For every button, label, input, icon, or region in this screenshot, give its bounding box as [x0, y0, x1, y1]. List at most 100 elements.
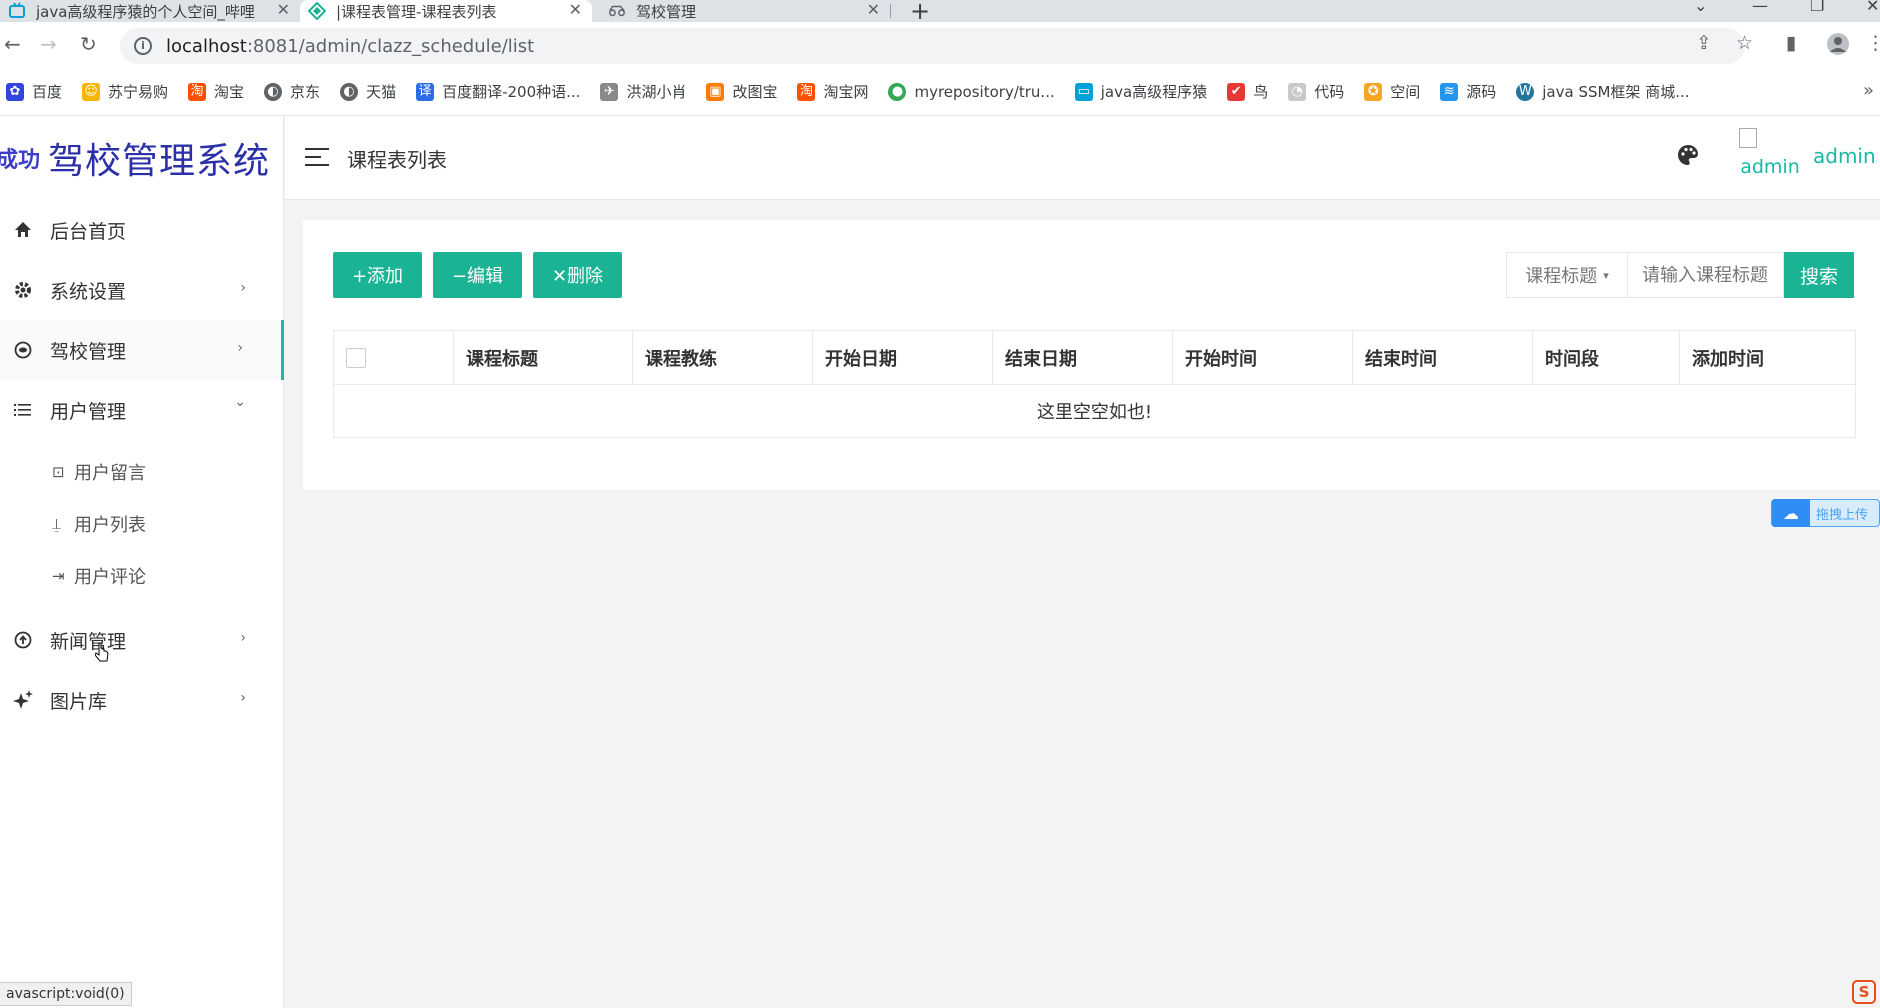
tab-close-icon[interactable]: ✕ — [569, 0, 582, 20]
globe-icon: ◐ — [340, 82, 359, 101]
hamburger-menu-icon[interactable] — [305, 148, 329, 166]
bookmark-item[interactable]: ◔ 代码 — [1288, 81, 1344, 102]
bookmark-item[interactable]: ✪ 空间 — [1364, 81, 1420, 102]
target-icon — [12, 339, 34, 361]
bookmark-item[interactable]: ✿ 百度 — [6, 81, 62, 102]
back-icon[interactable]: ← — [4, 32, 21, 56]
select-all-checkbox[interactable] — [346, 348, 366, 368]
code-icon: ◔ — [1288, 82, 1307, 101]
side-panel-icon[interactable]: ▮ — [1786, 32, 1796, 54]
bookmark-item[interactable]: Wjava SSM框架 商城... — [1516, 81, 1690, 102]
comment-icon: ⇥ — [52, 567, 65, 585]
address-path: :8081/admin/clazz_schedule/list — [246, 35, 535, 57]
sidebar-item-jiaxiao[interactable]: 驾校管理 › — [0, 320, 284, 380]
reload-icon[interactable]: ↻ — [80, 32, 97, 56]
bookmark-item[interactable]: ▣ 改图宝 — [706, 81, 777, 102]
bookmark-item[interactable]: 译百度翻译-200种语... — [416, 81, 580, 102]
search-button[interactable]: 搜索 — [1784, 252, 1854, 298]
add-button[interactable]: +添加 — [333, 252, 422, 298]
column-header[interactable]: 时间段 — [1533, 331, 1680, 385]
select-all-cell — [334, 331, 454, 385]
brand-logo: 成功 — [0, 148, 40, 173]
submenu-item-comments[interactable]: ⇥ 用户评论 — [0, 550, 284, 602]
tab-close-icon[interactable]: ✕ — [867, 0, 880, 20]
corner-logo-icon[interactable]: S — [1852, 980, 1876, 1004]
home-icon — [12, 219, 34, 241]
floating-upload-widget[interactable]: ☁ 拖拽上传 — [1771, 499, 1880, 527]
delete-button[interactable]: ✕删除 — [533, 252, 622, 298]
browser-tab-active[interactable]: |课程表管理-课程表列表 ✕ — [300, 0, 592, 22]
bookmark-star-icon[interactable]: ☆ — [1736, 32, 1753, 54]
bookmarks-more-icon[interactable]: » — [1863, 80, 1874, 101]
broken-image-icon — [1739, 128, 1757, 148]
bookmark-label: 源码 — [1466, 83, 1497, 101]
sidebar-item-home[interactable]: 后台首页 — [0, 200, 284, 260]
column-header[interactable]: 课程教练 — [633, 331, 813, 385]
column-header[interactable]: 课程标题 — [454, 331, 633, 385]
profile-icon[interactable] — [1826, 32, 1850, 61]
sidebar-item-settings[interactable]: 系统设置 › — [0, 260, 284, 320]
submenu-item-user-list[interactable]: ⍊ 用户列表 — [0, 498, 284, 550]
user-icon: ⍊ — [52, 515, 62, 533]
bookmark-item[interactable]: ✈ 洪湖小肖 — [600, 81, 686, 102]
bookmark-item[interactable]: 淘淘宝网 — [797, 81, 868, 102]
tab-search-icon[interactable]: ⌄ — [1694, 0, 1707, 15]
forward-icon[interactable]: → — [40, 32, 57, 56]
share-icon[interactable]: ⇪ — [1696, 32, 1712, 54]
bookmark-item[interactable]: 淘淘宝 — [188, 81, 244, 102]
search-input[interactable] — [1628, 252, 1784, 298]
browser-tab-jiaxiao[interactable]: 驾校管理 ✕ — [600, 0, 890, 22]
column-header[interactable]: 结束时间 — [1353, 331, 1533, 385]
submenu-item-label: 用户留言 — [74, 463, 146, 484]
sidebar-item-news[interactable]: 新闻管理 › — [0, 610, 284, 670]
bookmark-item[interactable]: ● myrepository/tru... — [888, 82, 1055, 101]
restore-icon[interactable]: ❐ — [1810, 0, 1824, 15]
minimize-icon[interactable]: — — [1752, 0, 1768, 15]
bookmark-item[interactable]: ▭ java高级程序猿 — [1074, 81, 1208, 102]
app-root: 成功 驾校管理系统 后台首页 系统设置 › 驾校管理 › 用户管理 ⌄ ⊡ 用户… — [0, 116, 1880, 1008]
bird-icon: ✔ — [1227, 82, 1246, 101]
top-bar: 课程表列表 admin admin ▾ — [285, 116, 1880, 200]
chevron-right-icon: › — [240, 630, 246, 646]
bookmark-label: java SSM框架 商城... — [1542, 83, 1690, 101]
sidebar: 成功 驾校管理系统 后台首页 系统设置 › 驾校管理 › 用户管理 ⌄ ⊡ 用户… — [0, 116, 284, 1008]
taobao-icon: 淘 — [188, 82, 207, 101]
column-header[interactable]: 开始日期 — [813, 331, 993, 385]
bookmark-item[interactable]: ≋ 源码 — [1440, 81, 1496, 102]
palette-icon[interactable] — [1677, 144, 1699, 172]
tab-close-icon[interactable]: ✕ — [277, 0, 290, 20]
column-header[interactable]: 添加时间 — [1680, 331, 1855, 385]
bookmark-item[interactable]: ✔ 鸟 — [1227, 81, 1268, 102]
caret-down-icon: ▾ — [1603, 268, 1609, 282]
browser-toolbar: ← → ↻ i localhost:8081/admin/clazz_sched… — [0, 22, 1880, 68]
qzone-icon: ✪ — [1364, 82, 1383, 101]
submenu-item-label: 用户评论 — [74, 567, 146, 588]
browser-menu-icon[interactable]: ⋮ — [1866, 32, 1880, 54]
column-header[interactable]: 结束日期 — [993, 331, 1173, 385]
search-field-select[interactable]: 课程标题 ▾ — [1506, 252, 1628, 298]
browser-tab-bilibili[interactable]: java高级程序猿的个人空间_哔哩 ✕ — [0, 0, 300, 22]
sidebar-item-users[interactable]: 用户管理 ⌄ — [0, 380, 284, 440]
wordpress-icon: W — [1516, 82, 1535, 101]
search-field-label: 课程标题 — [1525, 266, 1598, 287]
submenu-item-messages[interactable]: ⊡ 用户留言 — [0, 446, 284, 498]
edit-button[interactable]: −编辑 — [433, 252, 522, 298]
address-bar[interactable]: i localhost:8081/admin/clazz_schedule/li… — [120, 28, 1745, 64]
site-info-icon[interactable]: i — [134, 37, 152, 55]
close-window-icon[interactable]: ✕ — [1866, 0, 1879, 15]
chevron-right-icon: › — [237, 340, 243, 356]
cloud-upload-icon: ☁ — [1772, 499, 1810, 527]
avatar[interactable]: admin — [1735, 128, 1805, 178]
bookmark-label: 京东 — [290, 83, 321, 101]
bookmark-label: java高级程序猿 — [1100, 83, 1208, 101]
sidebar-item-gallery[interactable]: 图片库 › — [0, 670, 284, 730]
bookmark-label: 淘宝 — [214, 83, 245, 101]
table-header: 课程标题 课程教练 开始日期 结束日期 开始时间 结束时间 时间段 添加时间 — [334, 331, 1855, 385]
bookmark-item[interactable]: ☺ 苏宁易购 — [82, 81, 168, 102]
column-header[interactable]: 开始时间 — [1173, 331, 1353, 385]
user-dropdown[interactable]: admin ▾ — [1813, 144, 1880, 168]
tab-title: java高级程序猿的个人空间_哔哩 — [36, 2, 255, 21]
bookmark-item[interactable]: ◐ 天猫 — [340, 81, 396, 102]
bookmark-item[interactable]: ◐ 京东 — [264, 81, 320, 102]
schedule-table: 课程标题 课程教练 开始日期 结束日期 开始时间 结束时间 时间段 添加时间 这… — [333, 330, 1856, 438]
